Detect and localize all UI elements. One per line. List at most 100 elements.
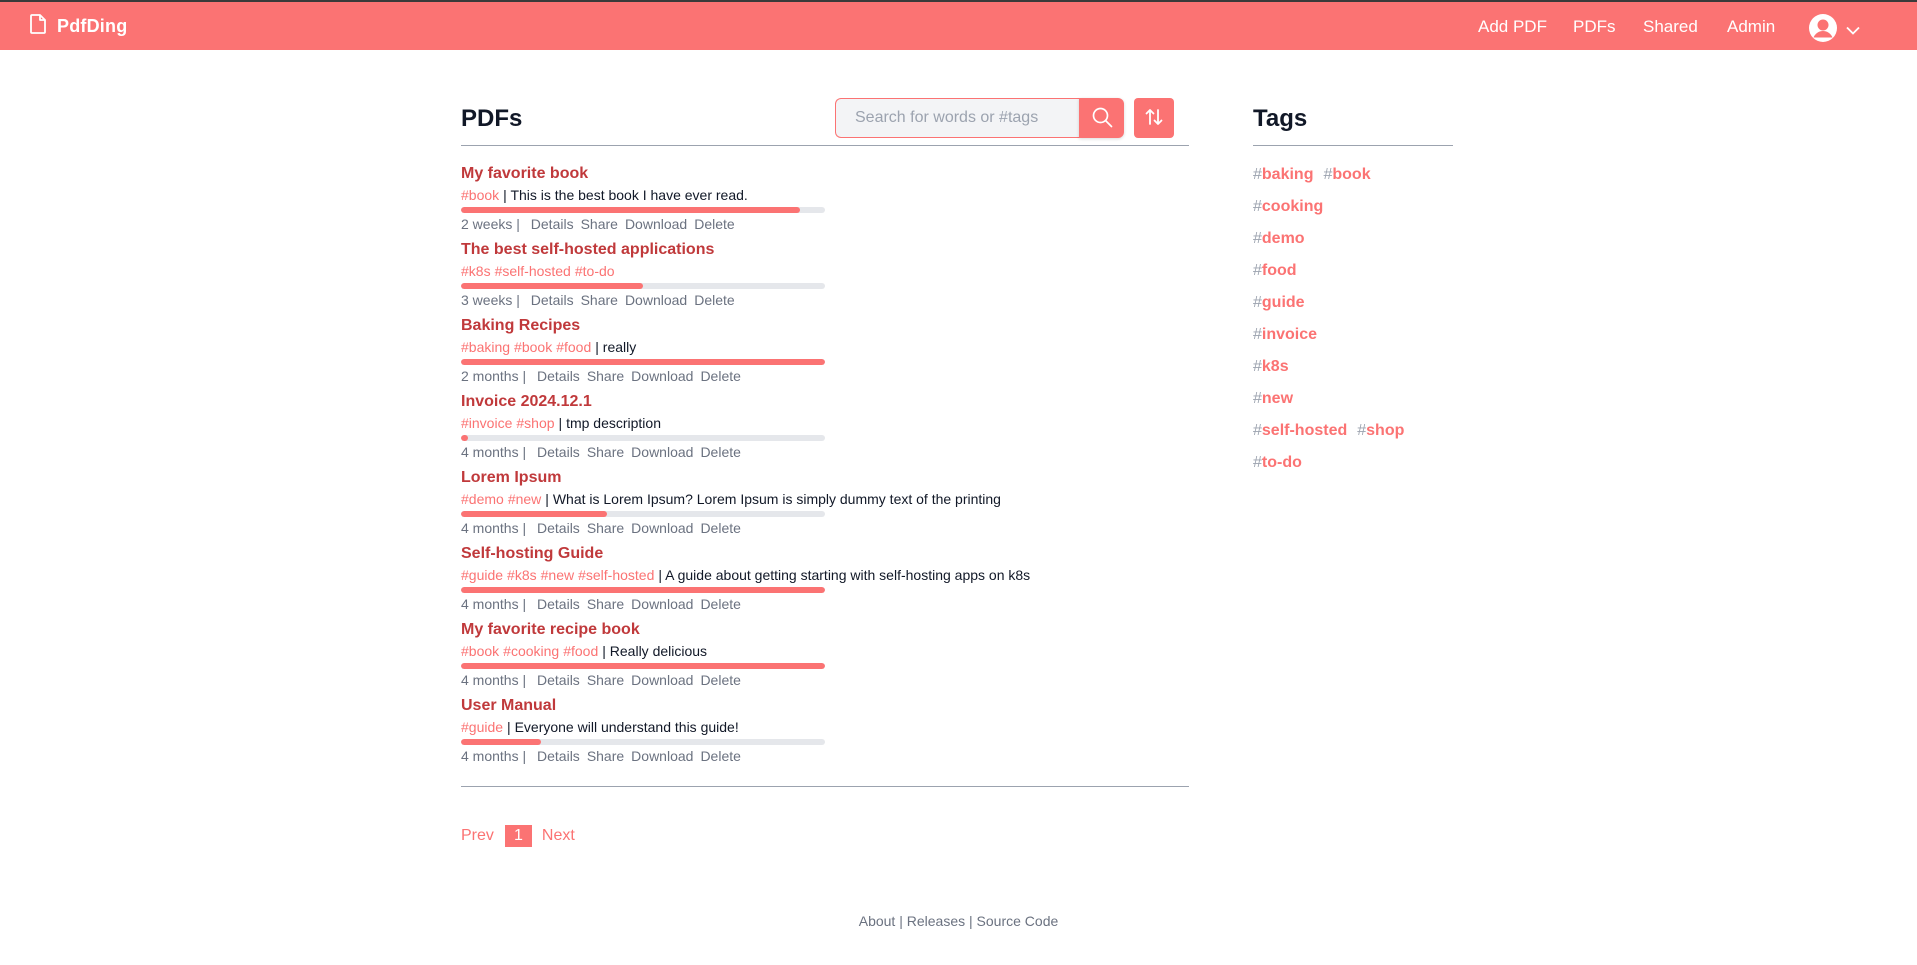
pdf-tag-link[interactable]: #self-hosted	[578, 567, 654, 583]
share-link[interactable]: Share	[587, 748, 624, 764]
pdf-tag-link[interactable]: #demo	[461, 491, 504, 507]
download-link[interactable]: Download	[631, 748, 693, 764]
sort-button[interactable]	[1134, 98, 1174, 138]
search-button[interactable]	[1079, 98, 1124, 138]
download-link[interactable]: Download	[631, 444, 693, 460]
sidebar-tag-to-do[interactable]: #to-do	[1253, 454, 1302, 476]
share-link[interactable]: Share	[587, 672, 624, 688]
pdf-title-link[interactable]: My favorite book	[461, 165, 588, 183]
sidebar-tag-cooking[interactable]: #cooking	[1253, 198, 1323, 220]
delete-link[interactable]: Delete	[700, 672, 740, 688]
pdf-description: This is the best book I have ever read.	[510, 187, 748, 203]
details-link[interactable]: Details	[537, 672, 580, 688]
pdf-tag-link[interactable]: #invoice	[461, 415, 512, 431]
pdf-tag-link[interactable]: #guide	[461, 719, 503, 735]
footer-about-link[interactable]: About	[859, 913, 896, 929]
pdf-tags-and-description: #k8s #self-hosted #to-do	[461, 263, 619, 279]
user-menu[interactable]	[1808, 13, 1860, 48]
sidebar-tag-self-hosted[interactable]: #self-hosted	[1253, 422, 1347, 444]
pdf-tag-link[interactable]: #cooking	[503, 643, 559, 659]
share-link[interactable]: Share	[587, 520, 624, 536]
pdf-title-link[interactable]: Baking Recipes	[461, 317, 580, 335]
search-icon	[1091, 106, 1113, 131]
search-input[interactable]	[835, 98, 1079, 138]
pdf-tag-link[interactable]: #baking	[461, 339, 510, 355]
pdf-tag-link[interactable]: #book	[461, 643, 499, 659]
delete-link[interactable]: Delete	[700, 444, 740, 460]
sidebar-tag-new[interactable]: #new	[1253, 390, 1293, 412]
pdf-tag-link[interactable]: #book	[514, 339, 552, 355]
sidebar-tag-book[interactable]: #book	[1323, 166, 1370, 188]
pdf-title-link[interactable]: My favorite recipe book	[461, 621, 640, 639]
details-link[interactable]: Details	[537, 444, 580, 460]
pdf-tag-link[interactable]: #k8s	[461, 263, 491, 279]
pdf-tag-link[interactable]: #food	[556, 339, 591, 355]
details-link[interactable]: Details	[537, 596, 580, 612]
tags-title: Tags	[1253, 105, 1308, 132]
pdf-tag-link[interactable]: #book	[461, 187, 499, 203]
delete-link[interactable]: Delete	[700, 520, 740, 536]
nav-shared[interactable]: Shared	[1643, 17, 1698, 37]
download-link[interactable]: Download	[631, 596, 693, 612]
pdf-title-link[interactable]: Lorem Ipsum	[461, 469, 561, 487]
details-link[interactable]: Details	[537, 368, 580, 384]
pdf-tag-link[interactable]: #shop	[516, 415, 554, 431]
nav-add-pdf-link[interactable]: Add PDF	[1478, 17, 1547, 37]
pdf-list-item: My favorite recipe book #book #cooking #foo…	[461, 621, 1189, 697]
brand-link[interactable]: PdfDing	[30, 2, 127, 50]
sidebar-tag-food[interactable]: #food	[1253, 262, 1297, 284]
pdf-title-link[interactable]: The best self-hosted applications	[461, 241, 714, 259]
download-link[interactable]: Download	[631, 672, 693, 688]
download-link[interactable]: Download	[631, 520, 693, 536]
delete-link[interactable]: Delete	[700, 748, 740, 764]
next-page-link[interactable]: Next	[542, 827, 575, 845]
sidebar-tag-baking[interactable]: #baking	[1253, 166, 1313, 188]
details-link[interactable]: Details	[531, 292, 574, 308]
pdf-tag-link[interactable]: #new	[508, 491, 541, 507]
delete-link[interactable]: Delete	[700, 368, 740, 384]
tag-row: #self-hosted #shop	[1253, 422, 1404, 444]
pdf-title-link[interactable]: User Manual	[461, 697, 556, 715]
details-link[interactable]: Details	[537, 748, 580, 764]
age-separator: |	[518, 368, 531, 384]
pdf-tag-link[interactable]: #to-do	[575, 263, 615, 279]
share-link[interactable]: Share	[587, 596, 624, 612]
tags-header: Tags	[1253, 97, 1453, 146]
delete-link[interactable]: Delete	[694, 292, 734, 308]
sidebar-tag-label: k8s	[1261, 358, 1289, 375]
pdf-tag-link[interactable]: #food	[563, 643, 598, 659]
delete-link[interactable]: Delete	[694, 216, 734, 232]
pdf-actions: 4 months | Details Share Download Delete	[461, 444, 741, 460]
prev-page-link[interactable]: Prev	[461, 827, 494, 845]
pdf-title-link[interactable]: Self-hosting Guide	[461, 545, 603, 563]
share-link[interactable]: Share	[581, 216, 618, 232]
reading-progress-fill	[461, 663, 825, 669]
sidebar-tag-k8s[interactable]: #k8s	[1253, 358, 1289, 380]
pdf-tag-link[interactable]: #self-hosted	[495, 263, 571, 279]
delete-link[interactable]: Delete	[700, 596, 740, 612]
details-link[interactable]: Details	[537, 520, 580, 536]
pdf-tag-link[interactable]: #k8s	[507, 567, 537, 583]
age-separator: |	[518, 444, 531, 460]
pdf-tag-link[interactable]: #new	[541, 567, 574, 583]
download-link[interactable]: Download	[625, 292, 687, 308]
download-link[interactable]: Download	[625, 216, 687, 232]
share-link[interactable]: Share	[581, 292, 618, 308]
age-separator: |	[518, 520, 531, 536]
download-link[interactable]: Download	[631, 368, 693, 384]
sidebar-tag-guide[interactable]: #guide	[1253, 294, 1305, 316]
current-page-button[interactable]: 1	[504, 825, 532, 847]
sidebar-tag-invoice[interactable]: #invoice	[1253, 326, 1317, 348]
pdf-title-link[interactable]: Invoice 2024.12.1	[461, 393, 592, 411]
share-link[interactable]: Share	[587, 368, 624, 384]
footer-source-code-link[interactable]: Source Code	[977, 913, 1059, 929]
sidebar-tag-demo[interactable]: #demo	[1253, 230, 1305, 252]
pdf-actions: 3 weeks | Details Share Download Delete	[461, 292, 735, 308]
sidebar-tag-shop[interactable]: #shop	[1357, 422, 1404, 444]
pdf-tag-link[interactable]: #guide	[461, 567, 503, 583]
nav-pdfs[interactable]: PDFs	[1573, 17, 1616, 37]
footer-releases-link[interactable]: Releases	[907, 913, 965, 929]
nav-admin[interactable]: Admin	[1727, 17, 1775, 37]
details-link[interactable]: Details	[531, 216, 574, 232]
share-link[interactable]: Share	[587, 444, 624, 460]
